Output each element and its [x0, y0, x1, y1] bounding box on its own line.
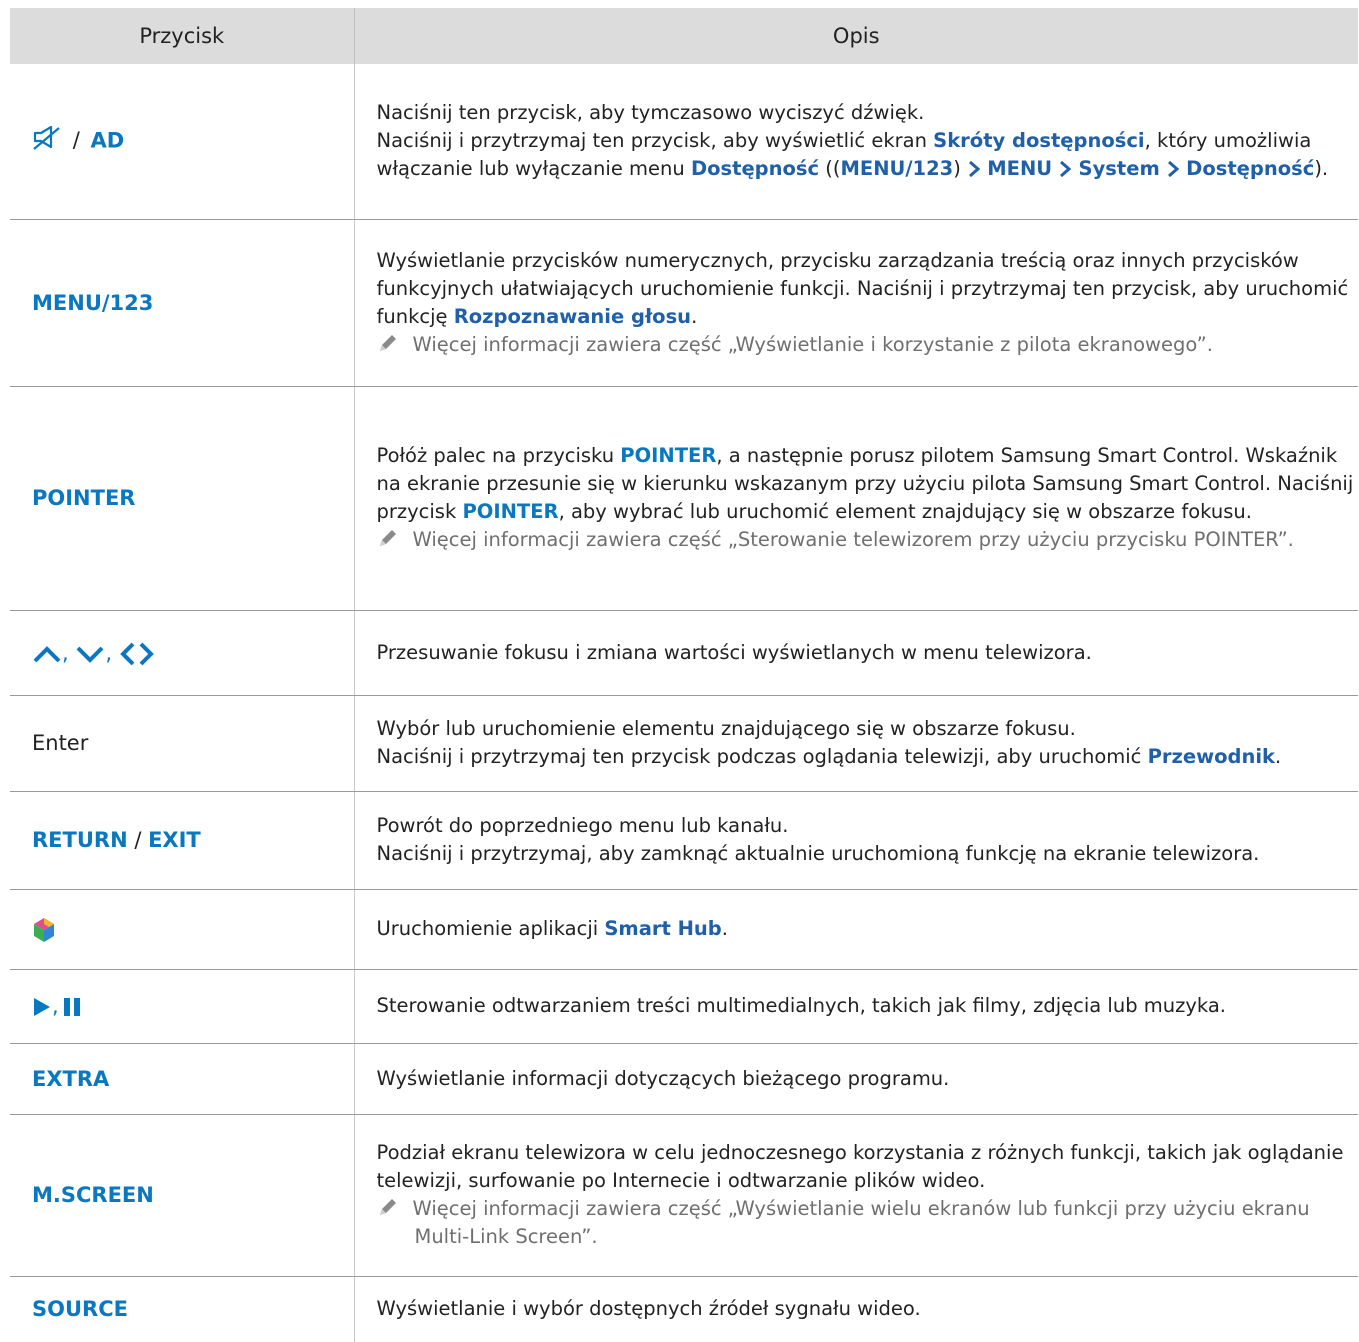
- description-line: Naciśnij i przytrzymaj ten przycisk, aby…: [376, 129, 1329, 181]
- mute-ad-icon: [32, 125, 62, 158]
- description-line: Naciśnij i przytrzymaj, aby zamknąć aktu…: [376, 842, 1260, 865]
- smart-hub-icon: [34, 918, 54, 942]
- chevron-right-icon: [1167, 161, 1180, 178]
- pencil-note-icon: [379, 334, 396, 351]
- description-cell: Przesuwanie fokusu i zmiana wartości wyś…: [354, 610, 1358, 696]
- description-cell: Naciśnij ten przycisk, aby tymczasowo wy…: [354, 64, 1358, 220]
- note: Więcej informacji zawiera część „Wyświet…: [377, 1195, 1355, 1251]
- header-description: Opis: [354, 8, 1358, 64]
- key-label-ad: AD: [90, 128, 125, 153]
- table-header-row: Przycisk Opis: [10, 8, 1358, 64]
- table-row: / AD Naciśnij ten przycisk, aby tymczaso…: [10, 64, 1358, 220]
- table-row: M.SCREEN Podział ekranu telewizora w cel…: [10, 1114, 1358, 1277]
- table-row: RETURN / EXIT Powrót do poprzedniego men…: [10, 791, 1358, 890]
- key-cell: MENU/123: [10, 219, 355, 387]
- key-cell: ,: [10, 969, 355, 1044]
- key-cell: M.SCREEN: [10, 1114, 355, 1277]
- chevron-right-icon: [969, 161, 981, 178]
- pause-icon: [63, 998, 80, 1016]
- chevron-right-icon: [1060, 161, 1072, 178]
- description-cell: Wyświetlanie informacji dotyczących bież…: [354, 1043, 1358, 1115]
- remote-buttons-table: Przycisk Opis / AD Naciśnij ten przycisk…: [10, 8, 1358, 1342]
- table-row: SOURCE Wyświetlanie i wybór dostępnych ź…: [10, 1276, 1358, 1342]
- description-cell: Powrót do poprzedniego menu lub kanału. …: [354, 791, 1358, 890]
- table-row: , Sterowanie odtwarzaniem treści multime…: [10, 969, 1358, 1044]
- description-cell: Uruchomienie aplikacji Smart Hub.: [354, 889, 1358, 970]
- key-cell: EXTRA: [10, 1043, 355, 1115]
- key-cell: POINTER: [10, 386, 355, 611]
- chevron-right-icon: [139, 642, 154, 665]
- description-cell: Sterowanie odtwarzaniem treści multimedi…: [354, 969, 1358, 1044]
- chevron-up-icon: [33, 645, 61, 662]
- key-cell: Enter: [10, 695, 355, 792]
- pencil-note-icon: [379, 1199, 396, 1215]
- description-text: Połóż palec na przycisku POINTER, a nast…: [376, 444, 1354, 523]
- description-line: Naciśnij i przytrzymaj ten przycisk podc…: [376, 745, 1282, 768]
- description-text: Wyświetlanie przycisków numerycznych, pr…: [376, 248, 1349, 328]
- chevron-down-icon: [76, 646, 104, 663]
- table-row: POINTER Połóż palec na przycisku POINTER…: [10, 386, 1358, 611]
- key-cell: RETURN / EXIT: [10, 791, 355, 890]
- pencil-note-icon: [379, 530, 396, 546]
- table-row: Enter Wybór lub uruchomienie elementu zn…: [10, 695, 1358, 792]
- table-row: EXTRA Wyświetlanie informacji dotyczącyc…: [10, 1043, 1358, 1115]
- table-row: , , Przesuwanie fokusu i zmiana wartości…: [10, 610, 1358, 696]
- key-separator: /: [72, 128, 80, 153]
- table-row: Uruchomienie aplikacji Smart Hub.: [10, 889, 1358, 970]
- note: Więcej informacji zawiera część „Sterowa…: [377, 526, 1355, 554]
- description-cell: Połóż palec na przycisku POINTER, a nast…: [354, 386, 1358, 611]
- key-cell: / AD: [10, 64, 355, 220]
- chevron-left-icon: [119, 642, 135, 665]
- description-cell: Podział ekranu telewizora w celu jednocz…: [354, 1114, 1358, 1277]
- key-cell: , ,: [10, 610, 355, 696]
- description-text: Podział ekranu telewizora w celu jednocz…: [376, 1141, 1344, 1192]
- description-line: Naciśnij ten przycisk, aby tymczasowo wy…: [376, 101, 925, 125]
- play-icon: [34, 998, 50, 1016]
- key-cell: [10, 889, 355, 970]
- description-cell: Wyświetlanie i wybór dostępnych źródeł s…: [376, 1297, 921, 1321]
- table-row: MENU/123 Wyświetlanie przycisków numeryc…: [10, 219, 1358, 387]
- description-line: Powrót do poprzedniego menu lub kanału.: [376, 814, 789, 837]
- note: Więcej informacji zawiera część „Wyświet…: [377, 331, 1355, 359]
- description-cell: Wyświetlanie przycisków numerycznych, pr…: [354, 219, 1358, 387]
- header-button: Przycisk: [10, 8, 355, 64]
- description-cell: Wybór lub uruchomienie elementu znajdują…: [354, 695, 1358, 792]
- description-line: Wybór lub uruchomienie elementu znajdują…: [376, 717, 1076, 740]
- key-cell: SOURCE: [10, 1276, 355, 1342]
